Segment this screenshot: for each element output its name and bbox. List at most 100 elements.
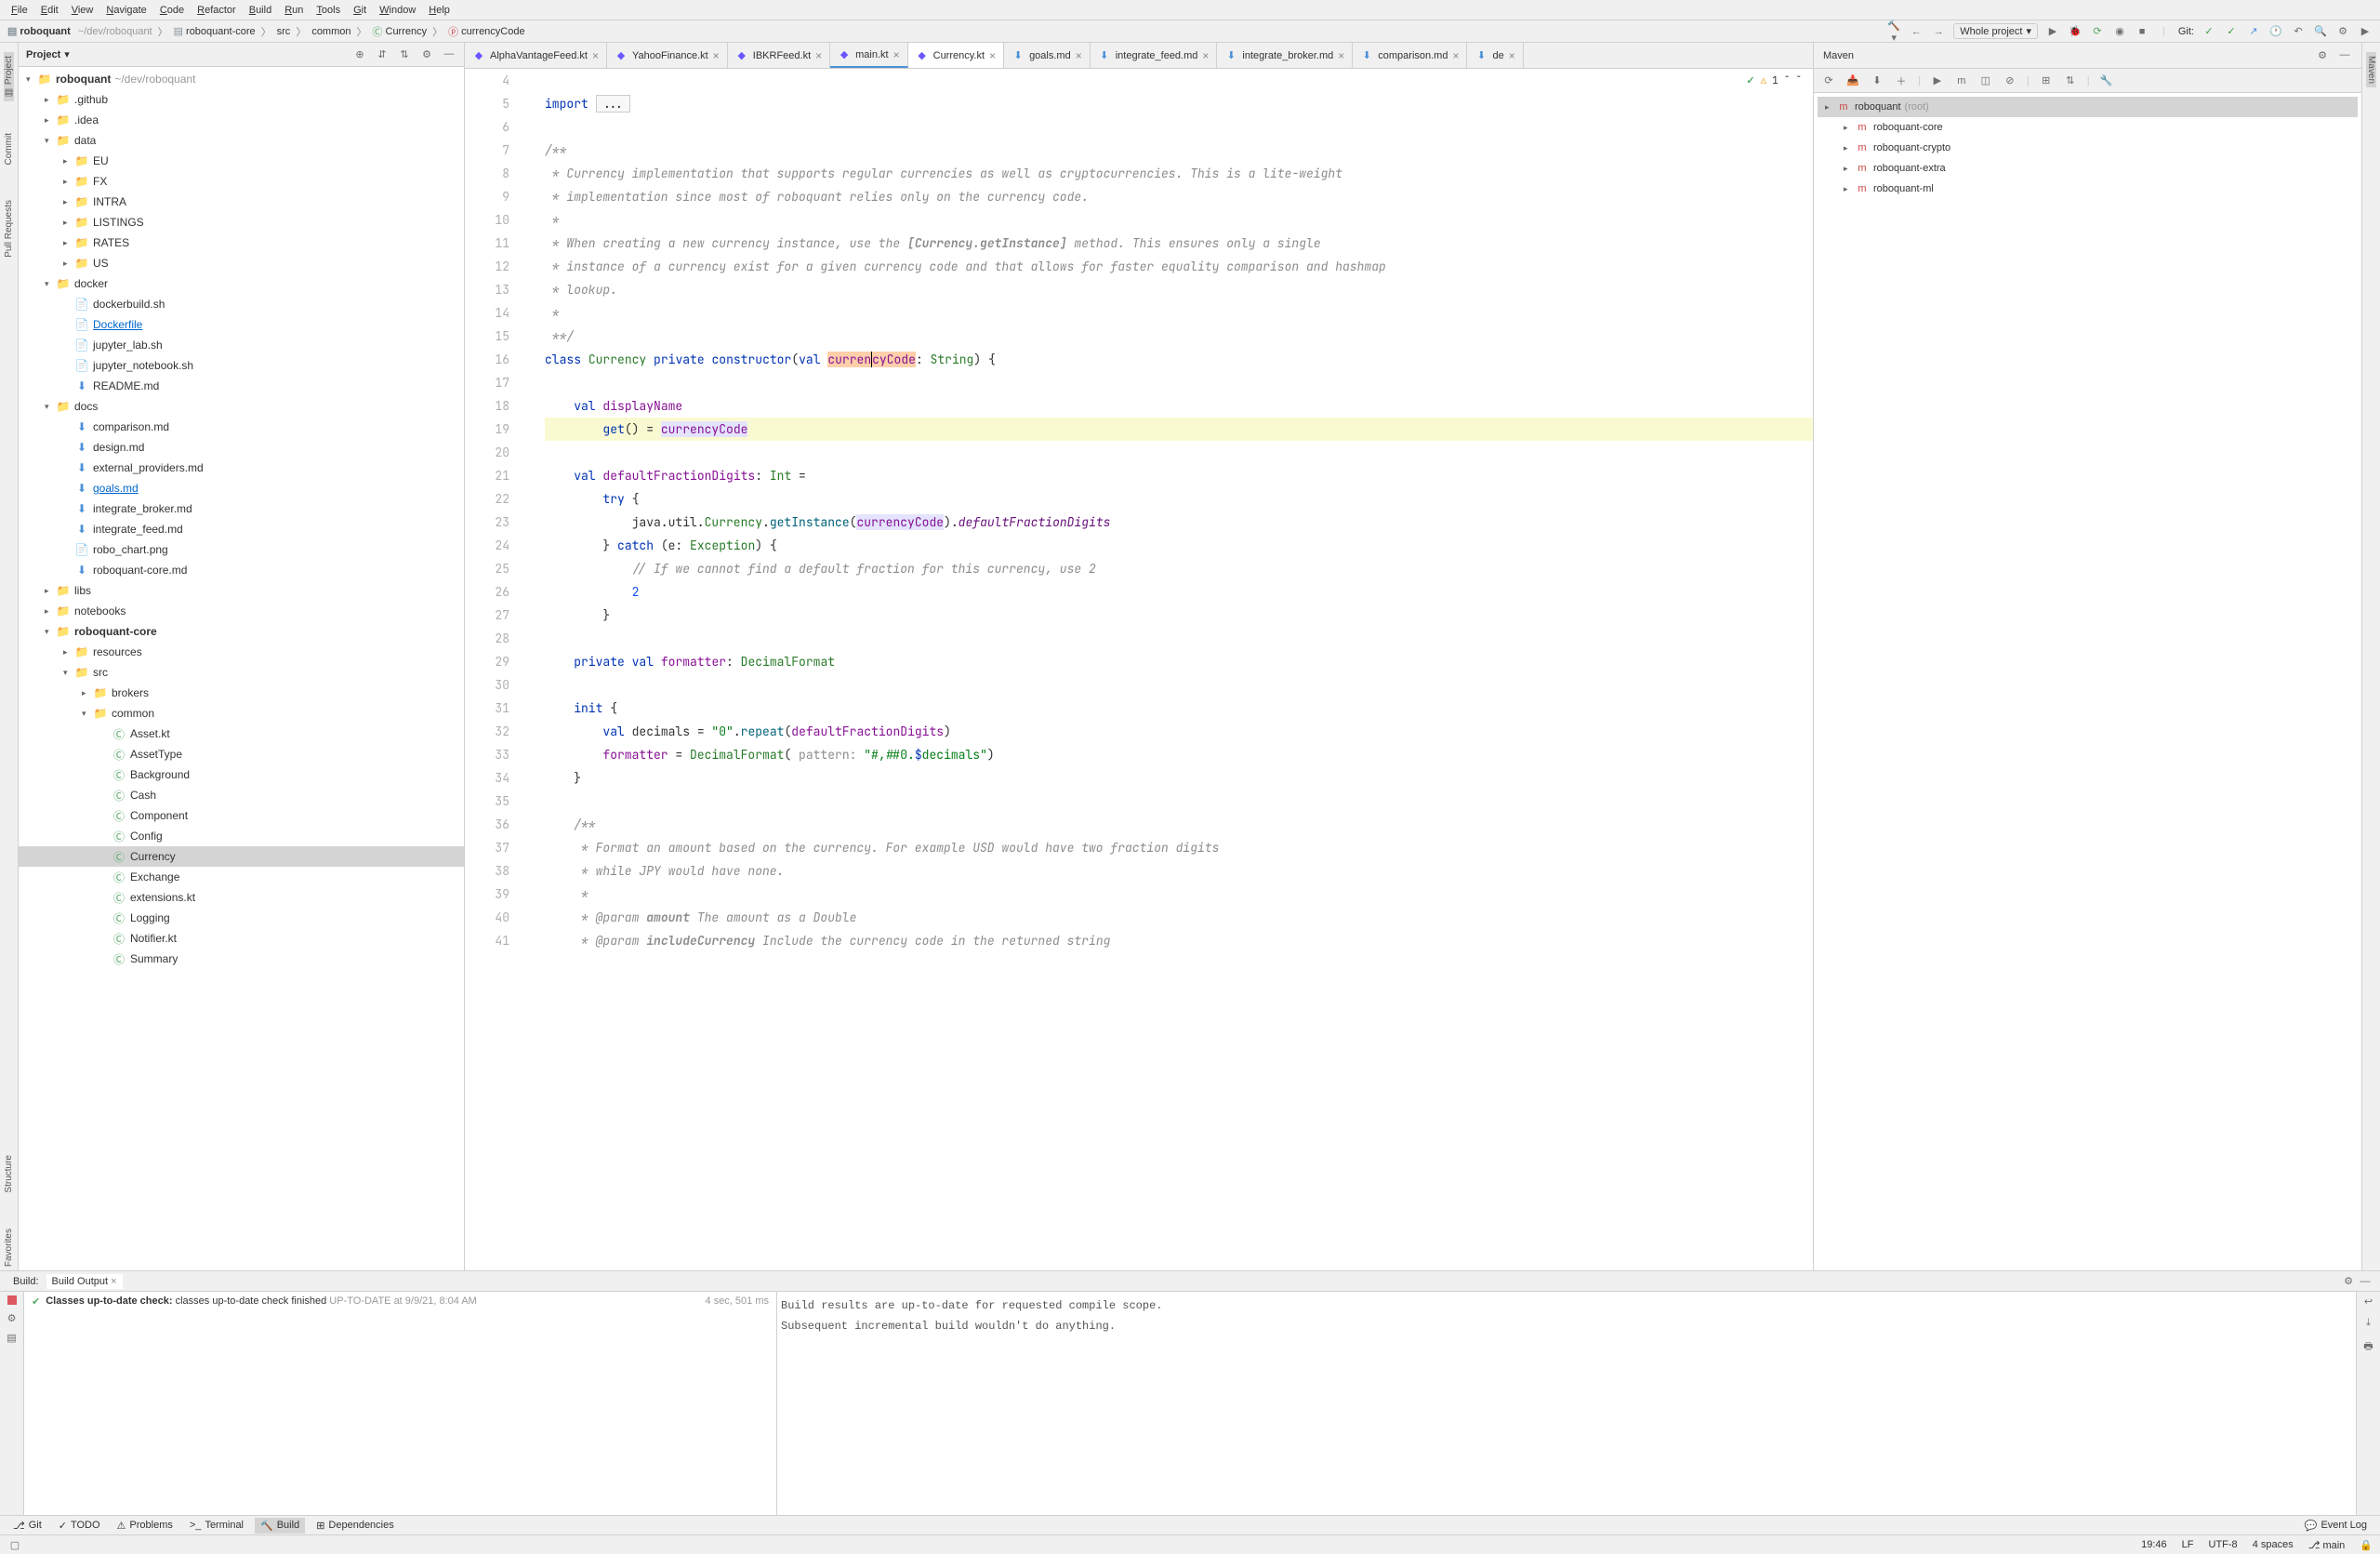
inspection-widget[interactable]: ✓ ⚠ 1 ˆ ˇ [1740, 73, 1807, 89]
close-icon[interactable]: × [1452, 49, 1459, 62]
print-icon[interactable]: 🖶 [2361, 1338, 2376, 1356]
settings-icon[interactable]: ⚙ [2335, 25, 2350, 37]
maven-node-roboquant[interactable]: ▸mroboquant (root) [1818, 97, 2358, 117]
tool-button-build[interactable]: 🔨Build [255, 1518, 305, 1534]
file-encoding[interactable]: UTF-8 [2209, 1539, 2238, 1550]
code-line[interactable]: } [545, 604, 1813, 627]
close-icon[interactable]: × [111, 1276, 116, 1287]
tree-node-libs[interactable]: ▸📁libs [19, 580, 464, 601]
tree-node-rates[interactable]: ▸📁RATES [19, 232, 464, 253]
git-rollback-icon[interactable]: ↶ [2291, 25, 2306, 37]
tree-node-dockerbuild-sh[interactable]: 📄dockerbuild.sh [19, 294, 464, 314]
build-icon[interactable]: 🔨▾ [1886, 20, 1901, 44]
tree-node-currency[interactable]: ⒸCurrency [19, 846, 464, 867]
code-line[interactable]: * [545, 301, 1813, 325]
code-line[interactable]: formatter = DecimalFormat( pattern: "#,#… [545, 743, 1813, 766]
code-line[interactable]: get() = currencyCode [545, 418, 1813, 441]
indent-status[interactable]: 4 spaces [2253, 1539, 2294, 1550]
maven-tree[interactable]: ▸mroboquant (root)▸mroboquant-core▸mrobo… [1814, 93, 2361, 1270]
favorites-tool-button[interactable]: Favorites [4, 1225, 14, 1270]
code-line[interactable]: * implementation since most of roboquant… [545, 185, 1813, 208]
project-tool-button[interactable]: ▤ Project [4, 52, 14, 101]
caret-position[interactable]: 19:46 [2141, 1539, 2167, 1550]
code-line[interactable] [545, 371, 1813, 394]
editor-tab-goals-md[interactable]: ⬇goals.md× [1004, 43, 1091, 68]
menu-view[interactable]: View [66, 3, 99, 18]
editor-content[interactable]: ✓ ⚠ 1 ˆ ˇ 456789101112131415161718192021… [465, 69, 1813, 1270]
tree-node-notebooks[interactable]: ▸📁notebooks [19, 601, 464, 621]
tree-node-external-providers-md[interactable]: ⬇external_providers.md [19, 458, 464, 478]
run-icon[interactable]: ▶ [2045, 25, 2060, 37]
breadcrumb-project[interactable]: ▤ roboquant [7, 25, 71, 37]
debug-icon[interactable]: 🐞 [2068, 25, 2082, 37]
breadcrumb-pkg[interactable]: common [311, 26, 350, 37]
stop-icon[interactable]: ■ [2135, 26, 2149, 37]
profiler-icon[interactable]: ◉ [2112, 25, 2127, 37]
commit-tool-button[interactable]: Commit [4, 129, 14, 168]
code-line[interactable]: class Currency private constructor(val c… [545, 348, 1813, 371]
close-icon[interactable]: × [815, 49, 822, 62]
code-line[interactable]: **/ [545, 325, 1813, 348]
menu-navigate[interactable]: Navigate [100, 3, 152, 18]
tree-node-summary[interactable]: ⒸSummary [19, 949, 464, 969]
reload-icon[interactable]: ⟳ [1821, 74, 1836, 86]
code-line[interactable]: * [545, 208, 1813, 232]
tree-node-us[interactable]: ▸📁US [19, 253, 464, 273]
menu-refactor[interactable]: Refactor [192, 3, 242, 18]
breadcrumb-module[interactable]: ▤ roboquant-core [174, 25, 256, 37]
maven-node-roboquant-crypto[interactable]: ▸mroboquant-crypto [1818, 138, 2358, 158]
tree-node-resources[interactable]: ▸📁resources [19, 642, 464, 662]
tree-node-intra[interactable]: ▸📁INTRA [19, 192, 464, 212]
editor-tab-alphavantagefeed-kt[interactable]: ◆AlphaVantageFeed.kt× [465, 43, 607, 68]
tree-node-jupyter-notebook-sh[interactable]: 📄jupyter_notebook.sh [19, 355, 464, 376]
menu-edit[interactable]: Edit [35, 3, 64, 18]
tree-node-robo-chart-png[interactable]: 📄robo_chart.png [19, 539, 464, 560]
tree-node-data[interactable]: ▾📁data [19, 130, 464, 151]
tree-node-cash[interactable]: ⒸCash [19, 785, 464, 805]
code-line[interactable]: * while JPY would have none. [545, 859, 1813, 883]
run-anything-icon[interactable]: ▶ [2358, 25, 2373, 37]
tree-node-background[interactable]: ⒸBackground [19, 764, 464, 785]
project-tree[interactable]: ▾📁roboquant~/dev/roboquant▸📁.github▸📁.id… [19, 67, 464, 1270]
editor-tab-main-kt[interactable]: ◆main.kt× [830, 43, 907, 68]
code-line[interactable] [545, 790, 1813, 813]
editor-tab-integrate-feed-md[interactable]: ⬇integrate_feed.md× [1091, 43, 1218, 68]
code-line[interactable]: import ... [545, 92, 1813, 115]
code-line[interactable]: } catch (e: Exception) { [545, 534, 1813, 557]
run-icon[interactable]: ▶ [1930, 74, 1945, 86]
menu-window[interactable]: Window [374, 3, 421, 18]
tree-node-docker[interactable]: ▾📁docker [19, 273, 464, 294]
add-icon[interactable]: ＋ [1894, 73, 1909, 88]
git-history-icon[interactable]: 🕐 [2268, 25, 2283, 37]
settings-icon[interactable]: ⚙ [2341, 1275, 2356, 1287]
code-line[interactable]: val decimals = "0".repeat(defaultFractio… [545, 720, 1813, 743]
tool-windows-icon[interactable]: ▢ [7, 1539, 22, 1551]
editor-tab-ibkrfeed-kt[interactable]: ◆IBKRFeed.kt× [728, 43, 830, 68]
git-push-icon[interactable]: ↗ [2246, 25, 2261, 37]
tree-node-notifier-kt[interactable]: ⒸNotifier.kt [19, 928, 464, 949]
select-opened-file-icon[interactable]: ⊕ [352, 48, 367, 60]
prev-occurrence-icon[interactable]: ← [1909, 26, 1924, 37]
coverage-icon[interactable]: ⟳ [2090, 25, 2105, 37]
generate-sources-icon[interactable]: 📥 [1845, 74, 1860, 86]
tool-button-todo[interactable]: ✓TODO [53, 1518, 106, 1534]
tree-node-exchange[interactable]: ⒸExchange [19, 867, 464, 887]
download-sources-icon[interactable]: ⬇ [1870, 74, 1884, 86]
tree-node-component[interactable]: ⒸComponent [19, 805, 464, 826]
tree-node-roboquant[interactable]: ▾📁roboquant~/dev/roboquant [19, 69, 464, 89]
menu-tools[interactable]: Tools [311, 3, 346, 18]
maven-settings-icon[interactable]: 🔧 [2099, 74, 2114, 86]
tree-node-readme-md[interactable]: ⬇README.md [19, 376, 464, 396]
show-dependencies-icon[interactable]: ⊞ [2039, 74, 2054, 86]
code-line[interactable]: * @param amount The amount as a Double [545, 906, 1813, 929]
hide-icon[interactable]: — [2337, 49, 2352, 61]
chevron-down-icon[interactable]: ˇ [1795, 74, 1802, 87]
tree-node-asset-kt[interactable]: ⒸAsset.kt [19, 724, 464, 744]
code-line[interactable]: java.util.Currency.getInstance(currencyC… [545, 511, 1813, 534]
code-line[interactable]: * lookup. [545, 278, 1813, 301]
tree-node--idea[interactable]: ▸📁.idea [19, 110, 464, 130]
expand-all-icon[interactable]: ⇵ [375, 48, 390, 60]
tree-node-brokers[interactable]: ▸📁brokers [19, 683, 464, 703]
filter-icon[interactable]: ⚙ [5, 1312, 20, 1324]
close-icon[interactable]: × [592, 49, 599, 62]
